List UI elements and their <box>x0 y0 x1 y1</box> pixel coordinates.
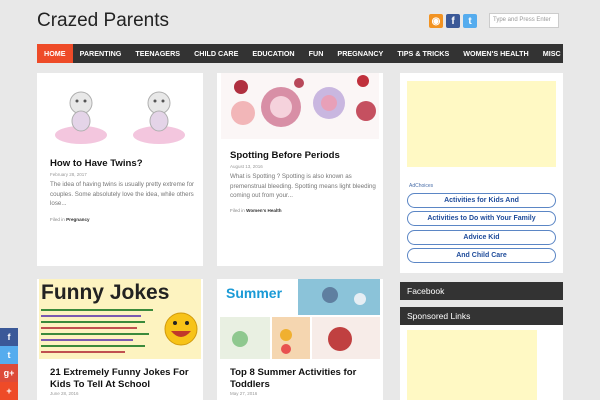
sidebar-ad-widget: AdChoices Activities for Kids And Activi… <box>400 73 563 273</box>
nav-item-education[interactable]: EDUCATION <box>245 44 301 63</box>
rss-icon[interactable]: ◉ <box>429 14 443 28</box>
nav-item-womens-health[interactable]: WOMEN'S HEALTH <box>456 44 535 63</box>
main-nav: HOME PARENTING TEENAGERS CHILD CARE EDUC… <box>37 44 563 63</box>
sponsored-ad-banner[interactable] <box>407 330 537 400</box>
nav-item-fun[interactable]: FUN <box>302 44 331 63</box>
twitter-icon[interactable]: t <box>463 14 477 28</box>
post-thumbnail[interactable] <box>221 73 379 139</box>
nav-item-home[interactable]: HOME <box>37 44 73 63</box>
ad-link-button[interactable]: And Child Care <box>407 248 556 263</box>
nav-item-child-care[interactable]: CHILD CARE <box>187 44 245 63</box>
facebook-widget-heading: Facebook <box>400 282 563 300</box>
post-title[interactable]: 21 Extremely Funny Jokes For Kids To Tel… <box>50 367 202 391</box>
post-card: How to Have Twins? February 28, 2017 The… <box>37 73 203 266</box>
ad-link-button[interactable]: Advice Kid <box>407 230 556 245</box>
ad-link-button[interactable]: Activities to Do with Your Family <box>407 211 556 226</box>
summer-banner-text: Summer <box>226 285 283 301</box>
site-title[interactable]: Crazed Parents <box>37 10 169 32</box>
more-share-icon[interactable]: + <box>0 382 18 400</box>
category-link[interactable]: Women's Health <box>246 208 281 213</box>
post-title[interactable]: How to Have Twins? <box>50 158 200 170</box>
floating-share-bar: f t g+ + <box>0 328 18 400</box>
sponsored-links-widget <box>400 325 563 400</box>
nav-item-parenting[interactable]: PARENTING <box>73 44 129 63</box>
post-excerpt: The idea of having twins is usually pret… <box>50 181 195 208</box>
twitter-share-icon[interactable]: t <box>0 346 18 364</box>
post-date: June 28, 2016 <box>50 391 79 396</box>
category-link[interactable]: Pregnancy <box>66 217 90 222</box>
post-date: May 27, 2016 <box>230 391 258 396</box>
post-thumbnail[interactable]: Funny Jokes <box>39 279 201 359</box>
post-title[interactable]: Spotting Before Periods <box>230 150 380 162</box>
header-social-icons: ◉ f t <box>429 14 477 28</box>
post-title[interactable]: Top 8 Summer Activities for Toddlers <box>230 367 382 391</box>
nav-item-teenagers[interactable]: TEENAGERS <box>128 44 187 63</box>
post-card: Spotting Before Periods August 13, 2016 … <box>217 73 383 266</box>
twins-illustration <box>55 91 185 144</box>
filed-in-label: Filed in <box>50 217 65 222</box>
post-category: Filed in Women's Health <box>230 208 282 213</box>
post-excerpt: What is Spotting ? Spotting is also know… <box>230 173 376 200</box>
nav-item-tips-tricks[interactable]: TIPS & TRICKS <box>390 44 456 63</box>
post-card: Funny Jokes 21 Extremely Funny Jokes For… <box>37 279 203 400</box>
post-date: February 28, 2017 <box>50 172 87 177</box>
post-thumbnail[interactable]: Summer <box>220 279 380 359</box>
nav-item-misc[interactable]: MISC <box>536 44 568 63</box>
anatomy-illustration <box>231 75 376 127</box>
search-input[interactable]: Type and Press Enter <box>489 13 559 28</box>
facebook-share-icon[interactable]: f <box>0 328 18 346</box>
nav-item-pregnancy[interactable]: PREGNANCY <box>330 44 390 63</box>
ad-choices-label[interactable]: AdChoices <box>409 183 433 189</box>
ad-banner[interactable] <box>407 81 556 167</box>
facebook-icon[interactable]: f <box>446 14 460 28</box>
filed-in-label: Filed in <box>230 208 245 213</box>
jokes-illustration <box>41 309 198 353</box>
post-category: Filed in Pregnancy <box>50 217 90 222</box>
post-date: August 13, 2016 <box>230 164 263 169</box>
sponsored-links-heading: Sponsored Links <box>400 307 563 325</box>
google-plus-share-icon[interactable]: g+ <box>0 364 18 382</box>
post-thumbnail[interactable] <box>41 73 199 151</box>
post-card: Summer Top 8 Summer Activities for Toddl… <box>217 279 383 400</box>
ad-link-button[interactable]: Activities for Kids And <box>407 193 556 208</box>
